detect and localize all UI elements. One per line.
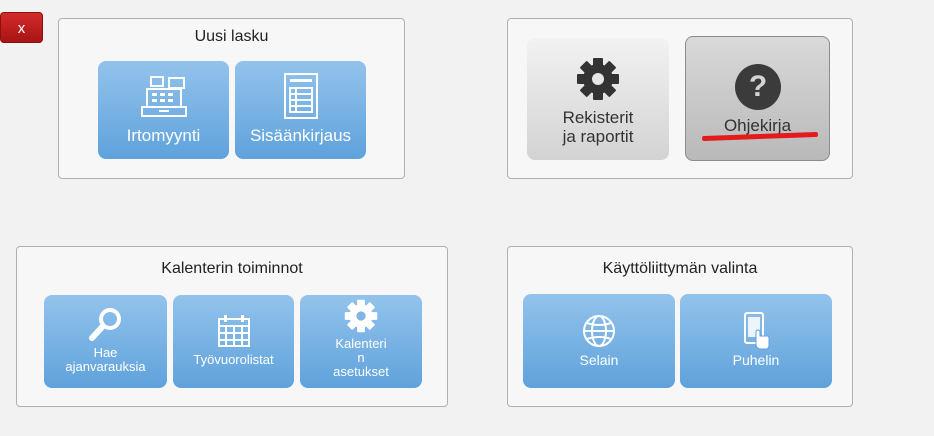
ui-choice-title: Käyttöliittymän valinta (602, 260, 758, 277)
new-invoice-title: Uusi lasku (194, 28, 269, 45)
registers-label-line2: ja raportit (562, 127, 634, 146)
new-invoice-panel: Uusi lasku Irtomyynti Sisäänkirjaus (58, 18, 405, 179)
calendar-settings-line1: Kalenteri (335, 336, 387, 351)
browser-button[interactable]: Selain (523, 294, 675, 388)
calendar-settings-button[interactable]: Kalenteri n asetukset (300, 295, 422, 388)
svg-text:?: ? (748, 70, 766, 103)
phone-button[interactable]: Puhelin (680, 294, 832, 388)
shift-lists-button[interactable]: Työvuorolistat (173, 295, 294, 388)
ohjekirja-button[interactable]: ? Ohjekirja (685, 36, 830, 161)
browser-label: Selain (579, 352, 619, 368)
phone-touch-icon (744, 312, 770, 350)
cash-register-icon (140, 76, 187, 117)
close-button[interactable]: x (0, 12, 43, 43)
sisaankirjaus-button[interactable]: Sisäänkirjaus (235, 61, 366, 159)
search-bookings-button[interactable]: Hae ajanvarauksia (44, 295, 167, 388)
help-icon: ? (734, 64, 781, 110)
sisaankirjaus-label: Sisäänkirjaus (249, 126, 352, 145)
search-bookings-line1: Hae (93, 345, 118, 360)
irtomyynti-button[interactable]: Irtomyynti (98, 61, 229, 159)
registers-panel: Rekisterit ja raportit ? Ohjekirja (507, 18, 853, 179)
calendar-settings-label: Kalenteri n asetukset (300, 337, 422, 379)
registers-reports-button[interactable]: Rekisterit ja raportit (527, 38, 669, 160)
globe-icon (583, 315, 615, 347)
search-bookings-label: Hae ajanvarauksia (44, 346, 167, 374)
calendar-settings-line2: n (357, 350, 365, 365)
gear-icon (344, 299, 378, 333)
search-icon (88, 308, 121, 341)
phone-label: Puhelin (732, 352, 780, 368)
registers-reports-label: Rekisterit ja raportit (527, 108, 669, 146)
calendar-title: Kalenterin toiminnot (161, 260, 303, 277)
registers-label-line1: Rekisterit (562, 108, 634, 127)
ui-choice-panel: Käyttöliittymän valinta Selain Puhelin (507, 246, 853, 407)
shift-lists-label: Työvuorolistat (193, 352, 274, 367)
gear-icon (577, 58, 619, 100)
document-list-icon (283, 73, 318, 119)
irtomyynti-label: Irtomyynti (126, 126, 201, 145)
calendar-settings-line3: asetukset (333, 364, 389, 379)
calendar-icon (217, 315, 250, 347)
calendar-panel: Kalenterin toiminnot Hae ajanvarauksia T… (16, 246, 448, 407)
search-bookings-line2: ajanvarauksia (65, 359, 146, 374)
